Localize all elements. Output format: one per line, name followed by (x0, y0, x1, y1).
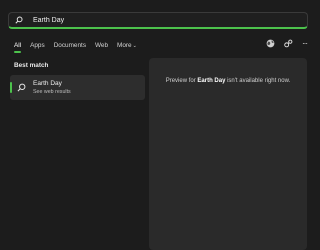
tab-more-label: More (117, 41, 132, 49)
filter-tabs: All Apps Documents Web More⌄ (14, 38, 146, 53)
best-match-title: Earth Day (33, 80, 62, 87)
tab-web[interactable]: Web (95, 42, 108, 49)
preview-query: Earth Day (197, 78, 226, 84)
best-match-item[interactable]: Earth Day See web results (10, 75, 145, 100)
share-icon[interactable] (284, 39, 293, 48)
selection-indicator (10, 82, 12, 93)
best-match-subtitle: See web results (33, 89, 71, 95)
tab-documents[interactable]: Documents (54, 42, 86, 49)
search-box[interactable] (8, 12, 308, 29)
search-icon (17, 83, 29, 92)
tab-all[interactable]: All (14, 42, 22, 53)
preview-suffix: isn't available right now. (225, 78, 291, 84)
tab-more[interactable]: More⌄ (117, 42, 137, 49)
search-icon (15, 16, 31, 24)
toolbar-icons: ··· (266, 37, 308, 49)
globe-icon[interactable] (266, 39, 275, 48)
search-input[interactable] (33, 13, 293, 27)
preview-prefix: Preview for (165, 78, 198, 84)
tab-apps[interactable]: Apps (30, 42, 45, 49)
best-match-heading: Best match (14, 62, 49, 69)
preview-message: Preview for Earth Day isn't available ri… (149, 78, 307, 84)
more-options-icon[interactable]: ··· (302, 39, 308, 48)
chevron-down-icon: ⌄ (132, 42, 137, 49)
best-match-texts: Earth Day See web results (33, 80, 71, 95)
preview-pane: Preview for Earth Day isn't available ri… (149, 58, 307, 250)
